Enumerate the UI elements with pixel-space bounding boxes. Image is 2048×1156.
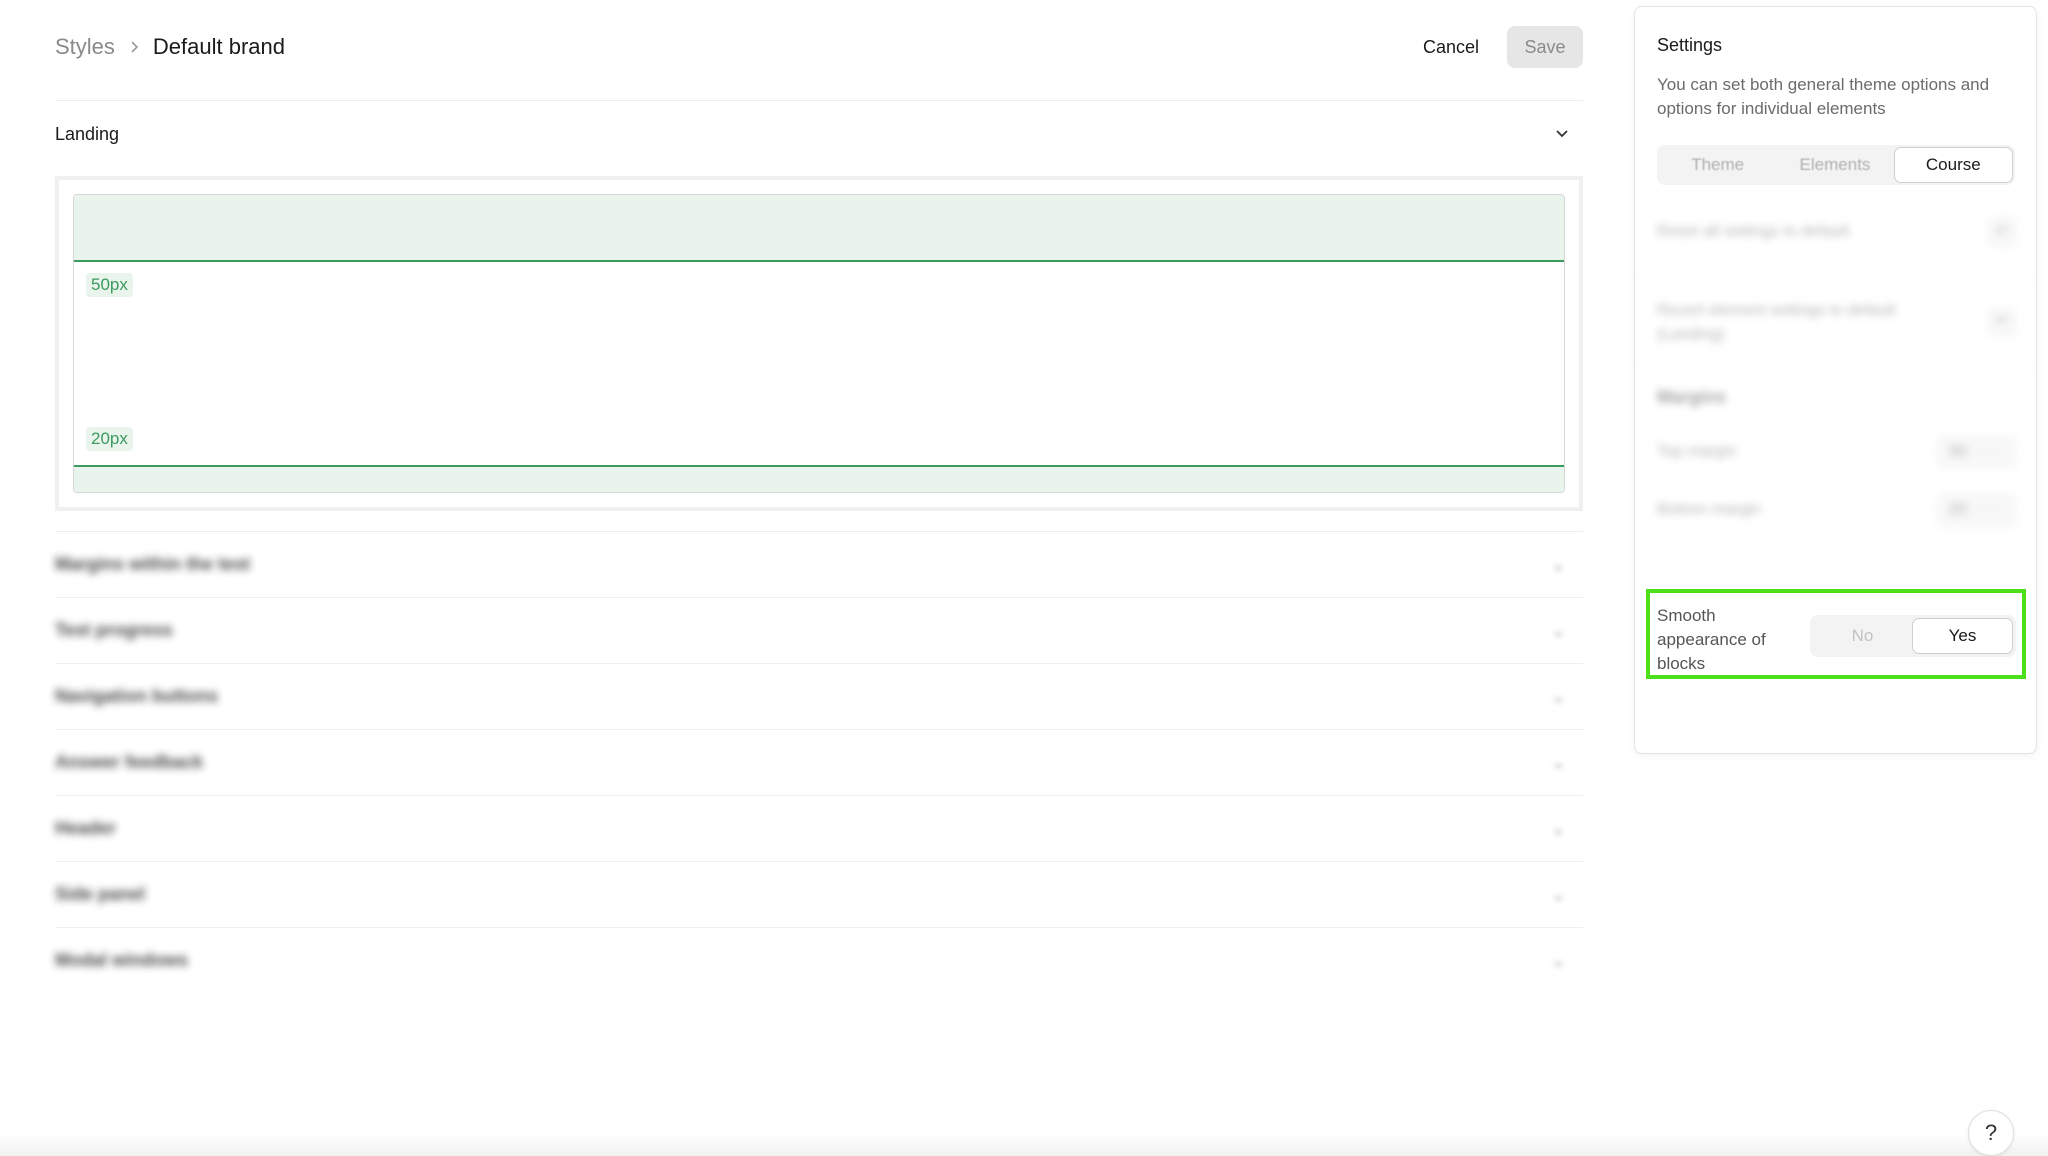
chevron-down-icon xyxy=(1555,129,1569,139)
accordion-modal-windows[interactable]: Modal windows ⌄ xyxy=(55,927,1583,993)
chevron-down-icon: ⌄ xyxy=(1551,952,1565,970)
smooth-appearance-toggle: No Yes xyxy=(1810,615,2016,657)
accordion-margins-within-test[interactable]: Margins within the test ⌄ xyxy=(55,531,1583,597)
breadcrumb: Styles Default brand xyxy=(55,34,285,60)
divider xyxy=(1635,279,2036,280)
save-button[interactable]: Save xyxy=(1507,26,1583,68)
section-label: Margins within the test xyxy=(55,554,251,574)
tab-theme[interactable]: Theme xyxy=(1659,147,1776,183)
top-margin-row: Top margin 50 xyxy=(1657,435,2017,469)
divider xyxy=(1635,367,2036,368)
chevron-down-icon: ⌄ xyxy=(1551,622,1565,640)
chevron-down-icon: ⌄ xyxy=(1551,820,1565,838)
bottom-margin-row: Bottom margin 20 xyxy=(1657,493,2017,527)
top-margin-input[interactable]: 50 xyxy=(1937,435,2017,469)
chevron-down-icon: ⌄ xyxy=(1551,556,1565,574)
bottom-bar xyxy=(0,1134,2048,1156)
chevron-down-icon: ⌄ xyxy=(1551,688,1565,706)
reset-all-row: Reset all settings to default ↶ xyxy=(1657,217,2017,247)
settings-description: You can set both general theme options a… xyxy=(1657,75,1990,118)
bottom-margin-input[interactable]: 20 xyxy=(1937,493,2017,527)
section-label: Test progress xyxy=(55,620,173,640)
landing-preview: 50px 20px xyxy=(55,176,1583,511)
revert-element-row: Revert element settings to default (Land… xyxy=(1657,299,2017,347)
help-icon[interactable]: ? xyxy=(1968,1110,2014,1156)
accordion-landing-title: Landing xyxy=(55,123,120,144)
section-label: Modal windows xyxy=(55,950,188,970)
margins-heading: Margins xyxy=(1657,387,1727,407)
smooth-appearance-no[interactable]: No xyxy=(1813,618,1912,654)
section-label: Header xyxy=(55,818,117,838)
settings-panel: Settings You can set both general theme … xyxy=(1634,6,2037,754)
cancel-button[interactable]: Cancel xyxy=(1423,37,1479,58)
chevron-right-icon xyxy=(129,40,139,54)
chevron-down-icon: ⌄ xyxy=(1551,754,1565,772)
settings-title: Settings xyxy=(1657,35,1723,55)
settings-scope-tabs: Theme Elements Course xyxy=(1657,145,2015,185)
bottom-margin-area xyxy=(74,465,1564,492)
accordion-landing-header[interactable]: Landing xyxy=(55,114,1583,154)
header-actions: Cancel Save xyxy=(1423,26,1583,68)
accordion-answer-feedback[interactable]: Answer feedback ⌄ xyxy=(55,729,1583,795)
top-margin-area xyxy=(74,195,1564,262)
top-margin-tag: 50px xyxy=(86,273,133,297)
landing-preview-canvas: 50px 20px xyxy=(73,194,1565,493)
tab-course[interactable]: Course xyxy=(1893,147,2013,183)
chevron-down-icon: ⌄ xyxy=(1551,886,1565,904)
smooth-appearance-yes[interactable]: Yes xyxy=(1912,618,2013,654)
accordion-navigation-buttons[interactable]: Navigation buttons ⌄ xyxy=(55,663,1583,729)
accordion-test-progress[interactable]: Test progress ⌄ xyxy=(55,597,1583,663)
accordion-side-panel[interactable]: Side panel ⌄ xyxy=(55,861,1583,927)
accordion-header[interactable]: Header ⌄ xyxy=(55,795,1583,861)
tab-elements[interactable]: Elements xyxy=(1776,147,1893,183)
section-label: Answer feedback xyxy=(55,752,204,772)
reset-all-label: Reset all settings to default xyxy=(1657,223,1850,240)
bottom-margin-tag: 20px xyxy=(86,427,133,451)
breadcrumb-current: Default brand xyxy=(152,34,286,59)
breadcrumb-styles-link[interactable]: Styles xyxy=(55,34,115,60)
header-divider xyxy=(55,100,1583,101)
page-header: Styles Default brand Cancel Save xyxy=(55,26,1583,68)
section-label: Navigation buttons xyxy=(55,686,218,706)
style-sections-list: Margins within the test ⌄ Test progress … xyxy=(55,531,1583,993)
undo-icon[interactable]: ↶ xyxy=(1987,217,2017,247)
section-label: Side panel xyxy=(55,884,146,904)
top-margin-label: Top margin xyxy=(1657,443,1737,460)
undo-icon[interactable]: ↶ xyxy=(1987,307,2017,337)
revert-element-label: Revert element settings to default (Land… xyxy=(1657,302,1896,343)
smooth-appearance-label: Smooth appearance of blocks xyxy=(1657,606,1766,673)
bottom-margin-label: Bottom margin xyxy=(1657,501,1762,518)
